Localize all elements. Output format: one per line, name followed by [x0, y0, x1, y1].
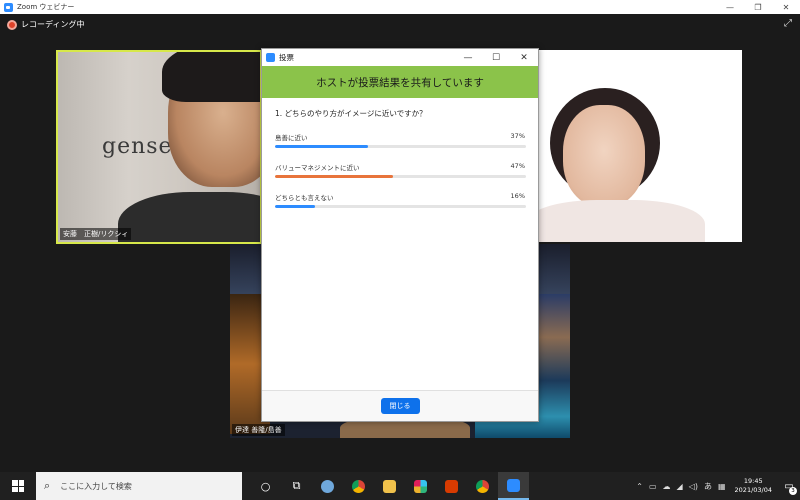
taskbar-search[interactable]: ⌕ ここに入力して検索 [36, 472, 242, 500]
person-face [563, 105, 645, 207]
zoom-app-icon [266, 53, 275, 62]
poll-option-percent: 37% [510, 132, 525, 140]
poll-result-track [275, 205, 526, 208]
poll-body: 1. どちらのやり方がイメージに近いですか？ 島善に近い 37% バリューマネジメン… [262, 98, 538, 208]
poll-option-header: バリューマネジメントに近い 47% [275, 162, 525, 172]
notification-badge: 3 [789, 487, 797, 495]
recording-bar: レコーディング中 [0, 14, 800, 38]
participant-name-tag: 伊達 善隆/島善 [232, 424, 285, 436]
clock[interactable]: 19:45 2021/03/04 [735, 477, 772, 495]
poll-option: どちらとも言えない 16% [275, 192, 526, 208]
poll-option-label: バリューマネジメントに近い [275, 164, 360, 172]
poll-dialog-title: 投票 [279, 53, 294, 62]
zoom-icon[interactable] [498, 472, 529, 500]
poll-result-track [275, 175, 526, 178]
clock-time: 19:45 [743, 477, 763, 485]
poll-option-percent: 16% [510, 192, 525, 200]
cloud-icon[interactable]: ☁ [663, 482, 671, 491]
poll-dialog-controls: — ☐ ✕ [454, 49, 538, 66]
start-button[interactable] [0, 472, 36, 500]
poll-question: 1. どちらのやり方がイメージに近いですか？ [275, 109, 427, 118]
notification-icon[interactable]: ▭ 3 [778, 472, 800, 500]
poll-maximize-button[interactable]: ☐ [482, 49, 510, 66]
minimize-button[interactable]: — [716, 0, 744, 14]
poll-dialog-titlebar: 投票 — ☐ ✕ [262, 49, 538, 66]
poll-option-header: 島善に近い 37% [275, 132, 525, 142]
person-hair [162, 52, 260, 102]
windows-logo-icon [12, 480, 24, 492]
poll-dialog: 投票 — ☐ ✕ ホストが投票結果を共有しています 1. どちらのやり方がイメー… [261, 48, 539, 422]
battery-icon[interactable]: ▭ [649, 482, 657, 491]
poll-footer: 閉じる [262, 390, 538, 421]
windows-taskbar: ⌕ ここに入力して検索 ○ ⧉ ⌃ ▭ ☁ ◢ ◁) あ ▦ 19:45 202… [0, 472, 800, 500]
poll-option-header: どちらとも言えない 16% [275, 192, 525, 202]
search-placeholder: ここに入力して検索 [60, 481, 132, 491]
window-title: Zoom ウェビナー [17, 3, 75, 11]
app-icon[interactable] [312, 472, 343, 500]
poll-result-bar [275, 145, 368, 148]
poll-result-bar [275, 175, 393, 178]
window-controls: — ❐ ✕ [716, 0, 800, 14]
clock-date: 2021/03/04 [734, 486, 772, 494]
taskbar-apps: ○ ⧉ [250, 472, 529, 500]
poll-options: 島善に近い 37% バリューマネジメントに近い 47% どちらとも言えない 16% [275, 132, 526, 208]
office-icon[interactable] [436, 472, 467, 500]
fullscreen-icon[interactable]: ⤢ [784, 18, 792, 29]
poll-result-track [275, 145, 526, 148]
poll-close-icon[interactable]: ✕ [510, 49, 538, 66]
close-button[interactable]: ✕ [772, 0, 800, 14]
poll-option-label: 島善に近い [275, 134, 308, 142]
recording-label: レコーディング中 [21, 20, 85, 29]
window-titlebar: Zoom ウェビナー — ❐ ✕ [0, 0, 800, 14]
poll-option: バリューマネジメントに近い 47% [275, 162, 526, 178]
person-body [535, 200, 705, 242]
poll-option-percent: 47% [510, 162, 525, 170]
ime-indicator[interactable]: あ [704, 481, 712, 492]
ime-mode-icon[interactable]: ▦ [718, 482, 726, 491]
chrome-icon[interactable] [343, 472, 374, 500]
slack-icon[interactable] [405, 472, 436, 500]
chrome-icon[interactable] [467, 472, 498, 500]
close-poll-button[interactable]: 閉じる [380, 398, 420, 414]
poll-option: 島善に近い 37% [275, 132, 526, 148]
video-tile-speaker[interactable]: gensen 安藤 正樹/リクシィ [56, 50, 262, 244]
participant-name-tag: 安藤 正樹/リクシィ [60, 228, 132, 240]
network-icon[interactable]: ◢ [677, 482, 683, 491]
system-tray: ⌃ ▭ ☁ ◢ ◁) あ ▦ 19:45 2021/03/04 ▭ 3 [633, 472, 800, 500]
file-explorer-icon[interactable] [374, 472, 405, 500]
zoom-app-icon [4, 2, 13, 12]
poll-minimize-button[interactable]: — [454, 49, 482, 66]
cortana-icon[interactable]: ○ [250, 472, 281, 500]
volume-icon[interactable]: ◁) [689, 482, 698, 491]
task-view-icon[interactable]: ⧉ [281, 472, 312, 500]
person-body [118, 192, 260, 242]
poll-option-label: どちらとも言えない [275, 194, 334, 202]
record-icon [7, 19, 17, 30]
poll-result-bar [275, 205, 316, 208]
recording-indicator[interactable]: レコーディング中 [7, 19, 84, 30]
restore-button[interactable]: ❐ [744, 0, 772, 14]
poll-banner: ホストが投票結果を共有しています [262, 66, 538, 98]
search-icon: ⌕ [44, 479, 51, 492]
tray-chevron-icon[interactable]: ⌃ [636, 482, 643, 491]
video-tile-participant[interactable] [535, 50, 742, 242]
